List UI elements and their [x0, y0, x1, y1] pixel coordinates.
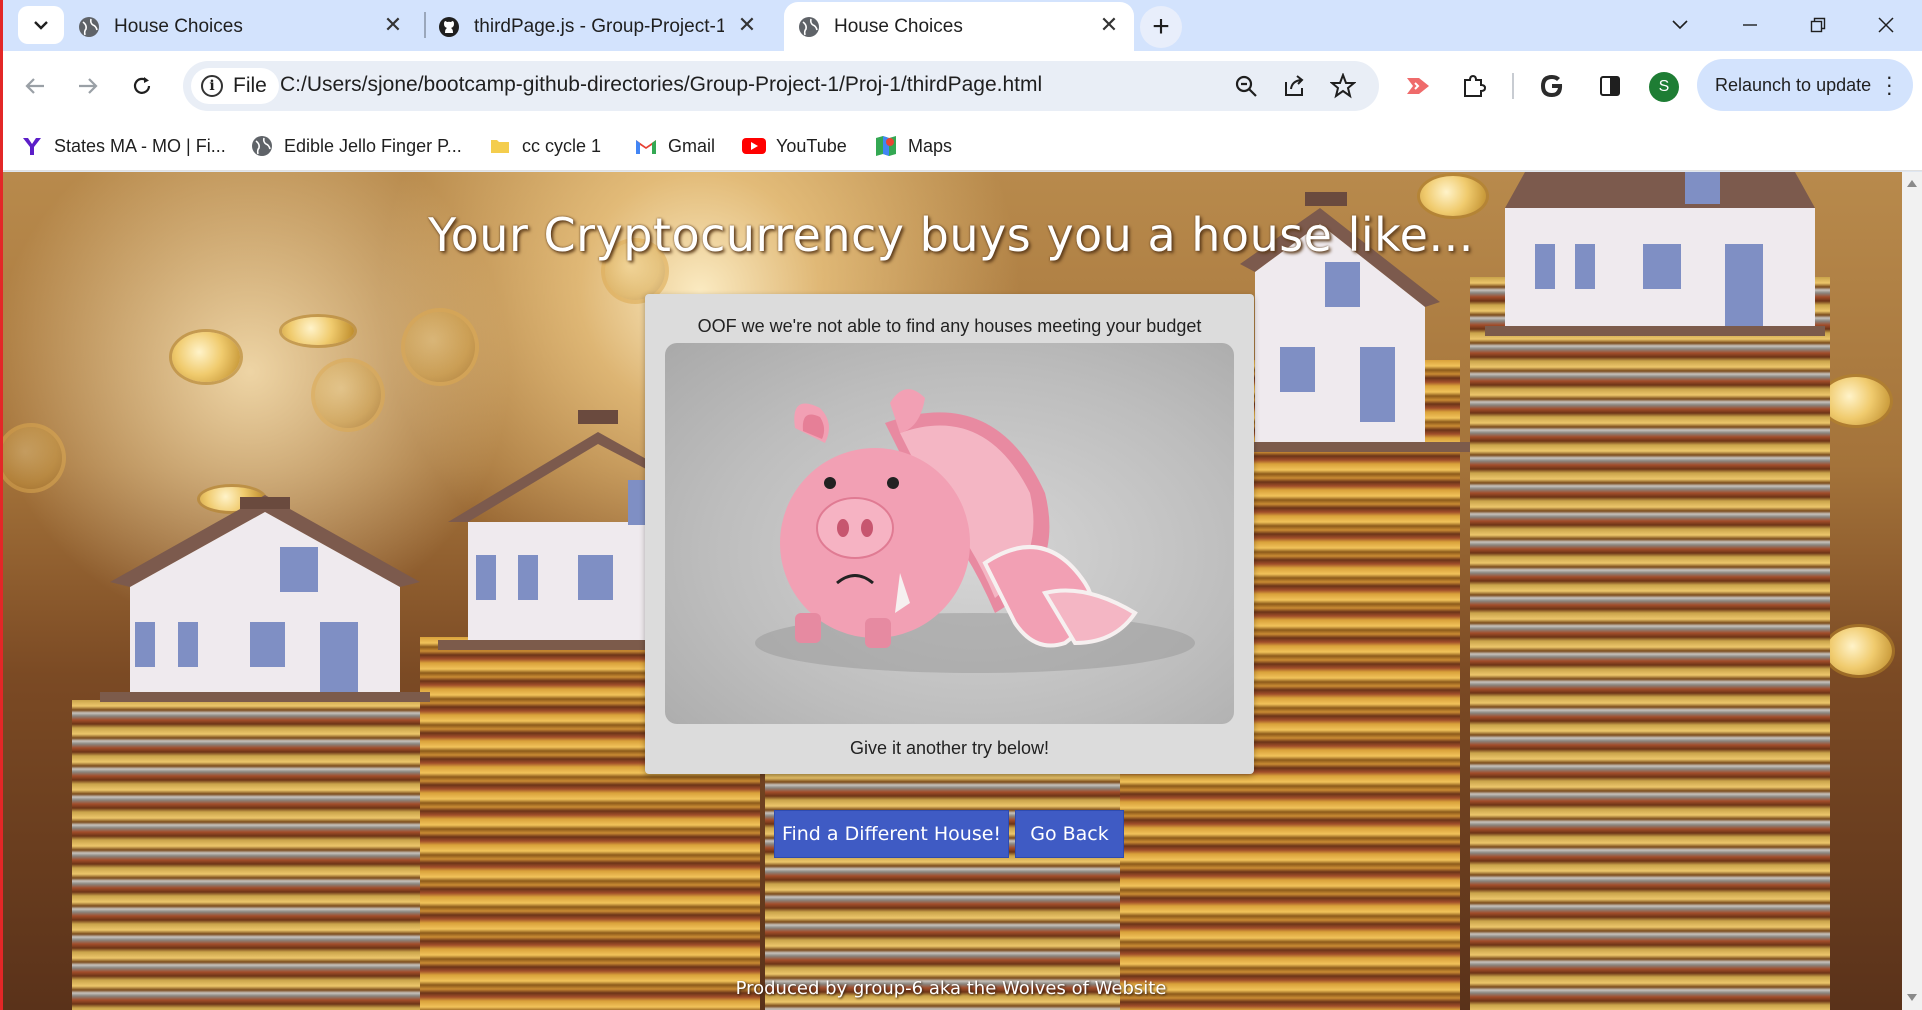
coin-decoration: [315, 362, 381, 428]
bookmark-star-icon[interactable]: [1328, 71, 1358, 101]
bookmark-label: Edible Jello Finger P...: [284, 135, 462, 156]
page-footer: Produced by group-6 aka the Wolves of We…: [735, 978, 1167, 999]
scroll-up-icon[interactable]: [1907, 180, 1917, 187]
bookmark-label: cc cycle 1: [522, 135, 602, 156]
bookmark-edible-jello[interactable]: Edible Jello Finger P...: [250, 131, 462, 161]
retry-message: Give it another try below!: [849, 738, 1050, 758]
scroll-down-icon[interactable]: [1907, 994, 1917, 1001]
youtube-icon: [742, 134, 766, 158]
restore-button[interactable]: [1790, 6, 1846, 44]
tab-label: House Choices: [114, 15, 243, 37]
minimize-icon: [1743, 24, 1757, 26]
relaunch-label: Relaunch to update: [1715, 74, 1872, 95]
piggy-bank-illustration: [755, 389, 1195, 673]
no-results-message: OOF we we're not able to find any houses…: [697, 316, 1202, 336]
yahoo-icon: [20, 134, 44, 158]
bookmark-label: Maps: [908, 135, 953, 156]
github-icon: [438, 16, 460, 38]
tab-strip: House Choices ✕ thirdPage.js - Group-Pro…: [0, 0, 1922, 51]
side-panel-icon[interactable]: [1590, 66, 1630, 106]
coin-decoration: [0, 427, 62, 489]
coin-decoration: [405, 312, 475, 382]
globe-icon: [798, 16, 820, 38]
scheme-label: File: [233, 74, 267, 97]
minimize-button[interactable]: [1722, 6, 1778, 44]
page-scrollbar[interactable]: [1902, 172, 1922, 1010]
house-illustration: [100, 495, 430, 702]
window-edge: [0, 0, 3, 1010]
globe-icon: [250, 134, 274, 158]
close-icon[interactable]: ✕: [382, 12, 404, 37]
result-card: OOF we we're not able to find any houses…: [645, 294, 1254, 774]
arrow-left-icon: [25, 78, 44, 94]
tab-label: House Choices: [834, 15, 963, 37]
bookmark-cc-cycle[interactable]: cc cycle 1: [488, 131, 601, 161]
bookmark-states[interactable]: States MA - MO | Fi...: [20, 131, 226, 161]
google-icon[interactable]: [1532, 66, 1572, 106]
site-info-chip[interactable]: i File: [191, 68, 279, 104]
broken-piggy-bank-image: [665, 343, 1234, 724]
tab-thirdpage-js[interactable]: thirdPage.js - Group-Project-1 [C ✕: [438, 2, 772, 51]
bookmark-label: Gmail: [668, 135, 716, 156]
address-bar[interactable]: i File C:/Users/sjone/bootcamp-github-di…: [183, 61, 1379, 111]
zoom-icon[interactable]: [1231, 71, 1261, 101]
maps-icon: [874, 134, 898, 158]
bookmarks-bar: States MA - MO | Fi... Edible Jello Fing…: [0, 121, 1922, 171]
new-tab-button[interactable]: +: [1140, 6, 1182, 48]
close-window-button[interactable]: [1858, 6, 1914, 44]
coin-decoration: [282, 317, 354, 345]
close-icon[interactable]: ✕: [736, 12, 758, 37]
page-title: Your Cryptocurrency buys you a house lik…: [428, 208, 1474, 262]
url-text[interactable]: C:/Users/sjone/bootcamp-github-directori…: [280, 73, 1042, 97]
find-different-house-button[interactable]: Find a Different House!: [774, 810, 1009, 858]
coin-stack: [1470, 277, 1830, 1010]
tab-separator: [424, 12, 426, 38]
house-illustration: [438, 410, 648, 650]
reload-icon: [133, 77, 151, 94]
chevron-down-icon: [1672, 20, 1688, 30]
extension-red-icon[interactable]: [1398, 66, 1438, 106]
coin-decoration: [1826, 627, 1892, 675]
info-icon: i: [201, 75, 223, 97]
coin-decoration: [1822, 377, 1890, 425]
bookmark-label: YouTube: [776, 135, 847, 156]
bookmark-maps[interactable]: Maps: [874, 131, 952, 161]
close-icon[interactable]: ✕: [1098, 12, 1120, 37]
tab-house-choices-1[interactable]: House Choices ✕: [78, 2, 418, 51]
page-background: Your Cryptocurrency buys you a house lik…: [0, 172, 1902, 1010]
folder-icon: [488, 134, 512, 158]
tab-label: thirdPage.js - Group-Project-1 [C: [474, 15, 724, 37]
toolbar-separator: [1512, 73, 1514, 99]
globe-icon: [78, 16, 100, 38]
tab-house-choices-active[interactable]: House Choices ✕: [784, 2, 1134, 51]
bookmark-youtube[interactable]: YouTube: [742, 131, 847, 161]
forward-button[interactable]: [68, 66, 108, 106]
plus-icon: +: [1152, 10, 1170, 43]
coin-stack: [72, 700, 422, 1010]
chevron-down-icon: [34, 21, 48, 30]
bookmark-gmail[interactable]: Gmail: [634, 131, 715, 161]
restore-icon: [1810, 17, 1826, 33]
back-button[interactable]: [15, 66, 55, 106]
extensions-puzzle-icon[interactable]: [1454, 66, 1494, 106]
relaunch-button[interactable]: Relaunch to update · · ·: [1697, 59, 1913, 111]
go-back-button[interactable]: Go Back: [1015, 810, 1124, 858]
share-icon[interactable]: [1279, 71, 1309, 101]
profile-avatar[interactable]: S: [1649, 72, 1679, 102]
coin-decoration: [172, 332, 240, 382]
reload-button[interactable]: [122, 66, 162, 106]
tab-search-button[interactable]: [18, 6, 64, 44]
gmail-icon: [634, 134, 658, 158]
browser-toolbar: i File C:/Users/sjone/bootcamp-github-di…: [0, 51, 1922, 121]
bookmark-label: States MA - MO | Fi...: [54, 135, 226, 156]
tab-list-button[interactable]: [1652, 6, 1708, 44]
more-vert-icon[interactable]: · · ·: [1886, 66, 1893, 104]
arrow-right-icon: [79, 78, 98, 94]
close-icon: [1878, 17, 1894, 33]
